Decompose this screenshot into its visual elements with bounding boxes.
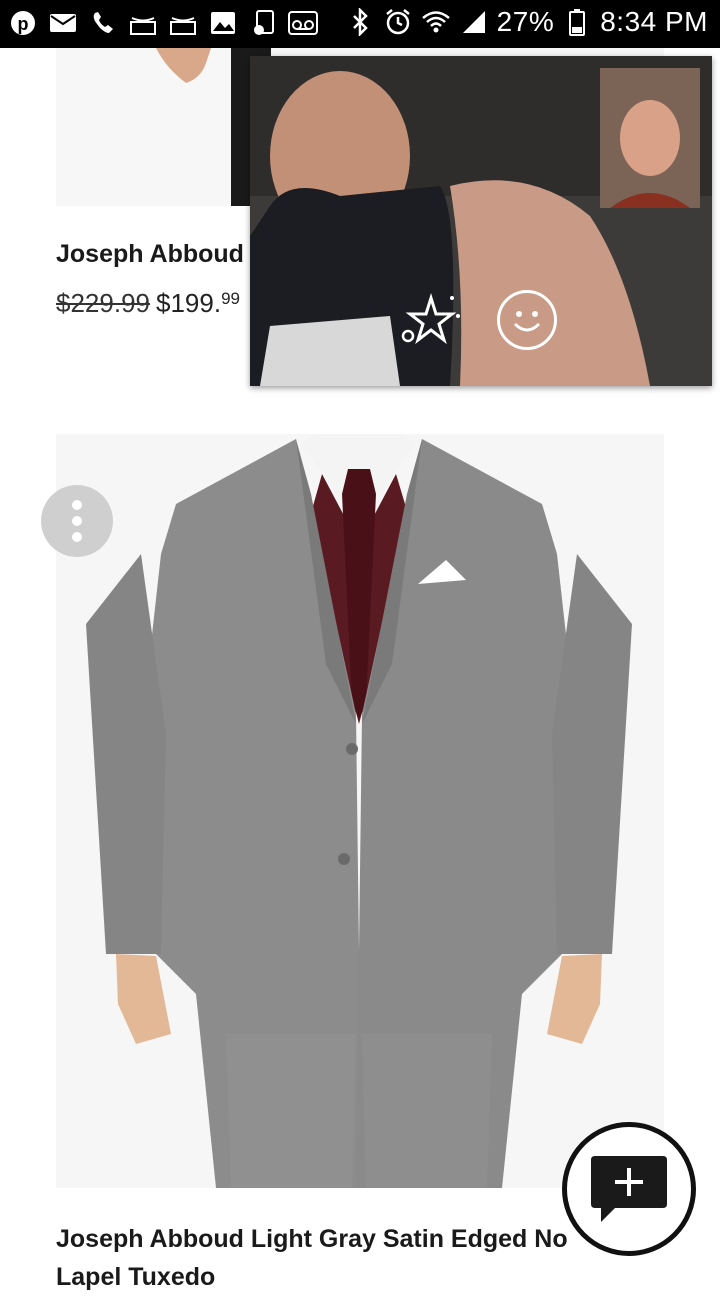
svg-text:p: p <box>18 14 29 34</box>
music-icon <box>248 8 278 38</box>
dot-icon <box>72 500 82 510</box>
amazon-icon <box>128 8 158 38</box>
clock: 8:34 PM <box>600 6 708 37</box>
voicemail-icon <box>288 8 318 38</box>
video-call-overlay[interactable] <box>250 56 712 386</box>
notification-icons: p <box>8 8 318 38</box>
more-options-button[interactable] <box>41 485 113 557</box>
sale-price: $199.99 <box>155 288 240 318</box>
mail-icon <box>48 8 78 38</box>
bluetooth-icon <box>345 7 375 37</box>
price-row: $229.99 $199.99 <box>56 288 240 319</box>
new-chat-button[interactable] <box>562 1122 696 1256</box>
product-title[interactable]: Joseph Abboud Light Gray Satin Edged No … <box>56 1220 616 1296</box>
self-view-video[interactable] <box>600 68 700 208</box>
product-title[interactable]: Joseph Abboud <box>56 240 244 269</box>
phone-icon <box>88 8 118 38</box>
battery-icon <box>562 7 592 37</box>
emoji-icon[interactable] <box>497 290 557 350</box>
add-message-icon <box>591 1156 667 1222</box>
effects-icon[interactable] <box>400 290 462 352</box>
amazon-icon <box>168 8 198 38</box>
original-price: $229.99 <box>56 288 150 318</box>
gallery-icon <box>208 8 238 38</box>
wifi-icon <box>421 7 451 37</box>
battery-percent: 27% <box>496 6 555 37</box>
product-image[interactable] <box>56 434 664 1188</box>
pinterest-icon: p <box>8 8 38 38</box>
status-bar: p 27% 8:34 PM <box>0 0 720 48</box>
system-indicators: 27% 8:34 PM <box>345 6 708 38</box>
signal-icon <box>459 7 489 37</box>
dot-icon <box>72 532 82 542</box>
alarm-icon <box>383 7 413 37</box>
dot-icon <box>72 516 82 526</box>
